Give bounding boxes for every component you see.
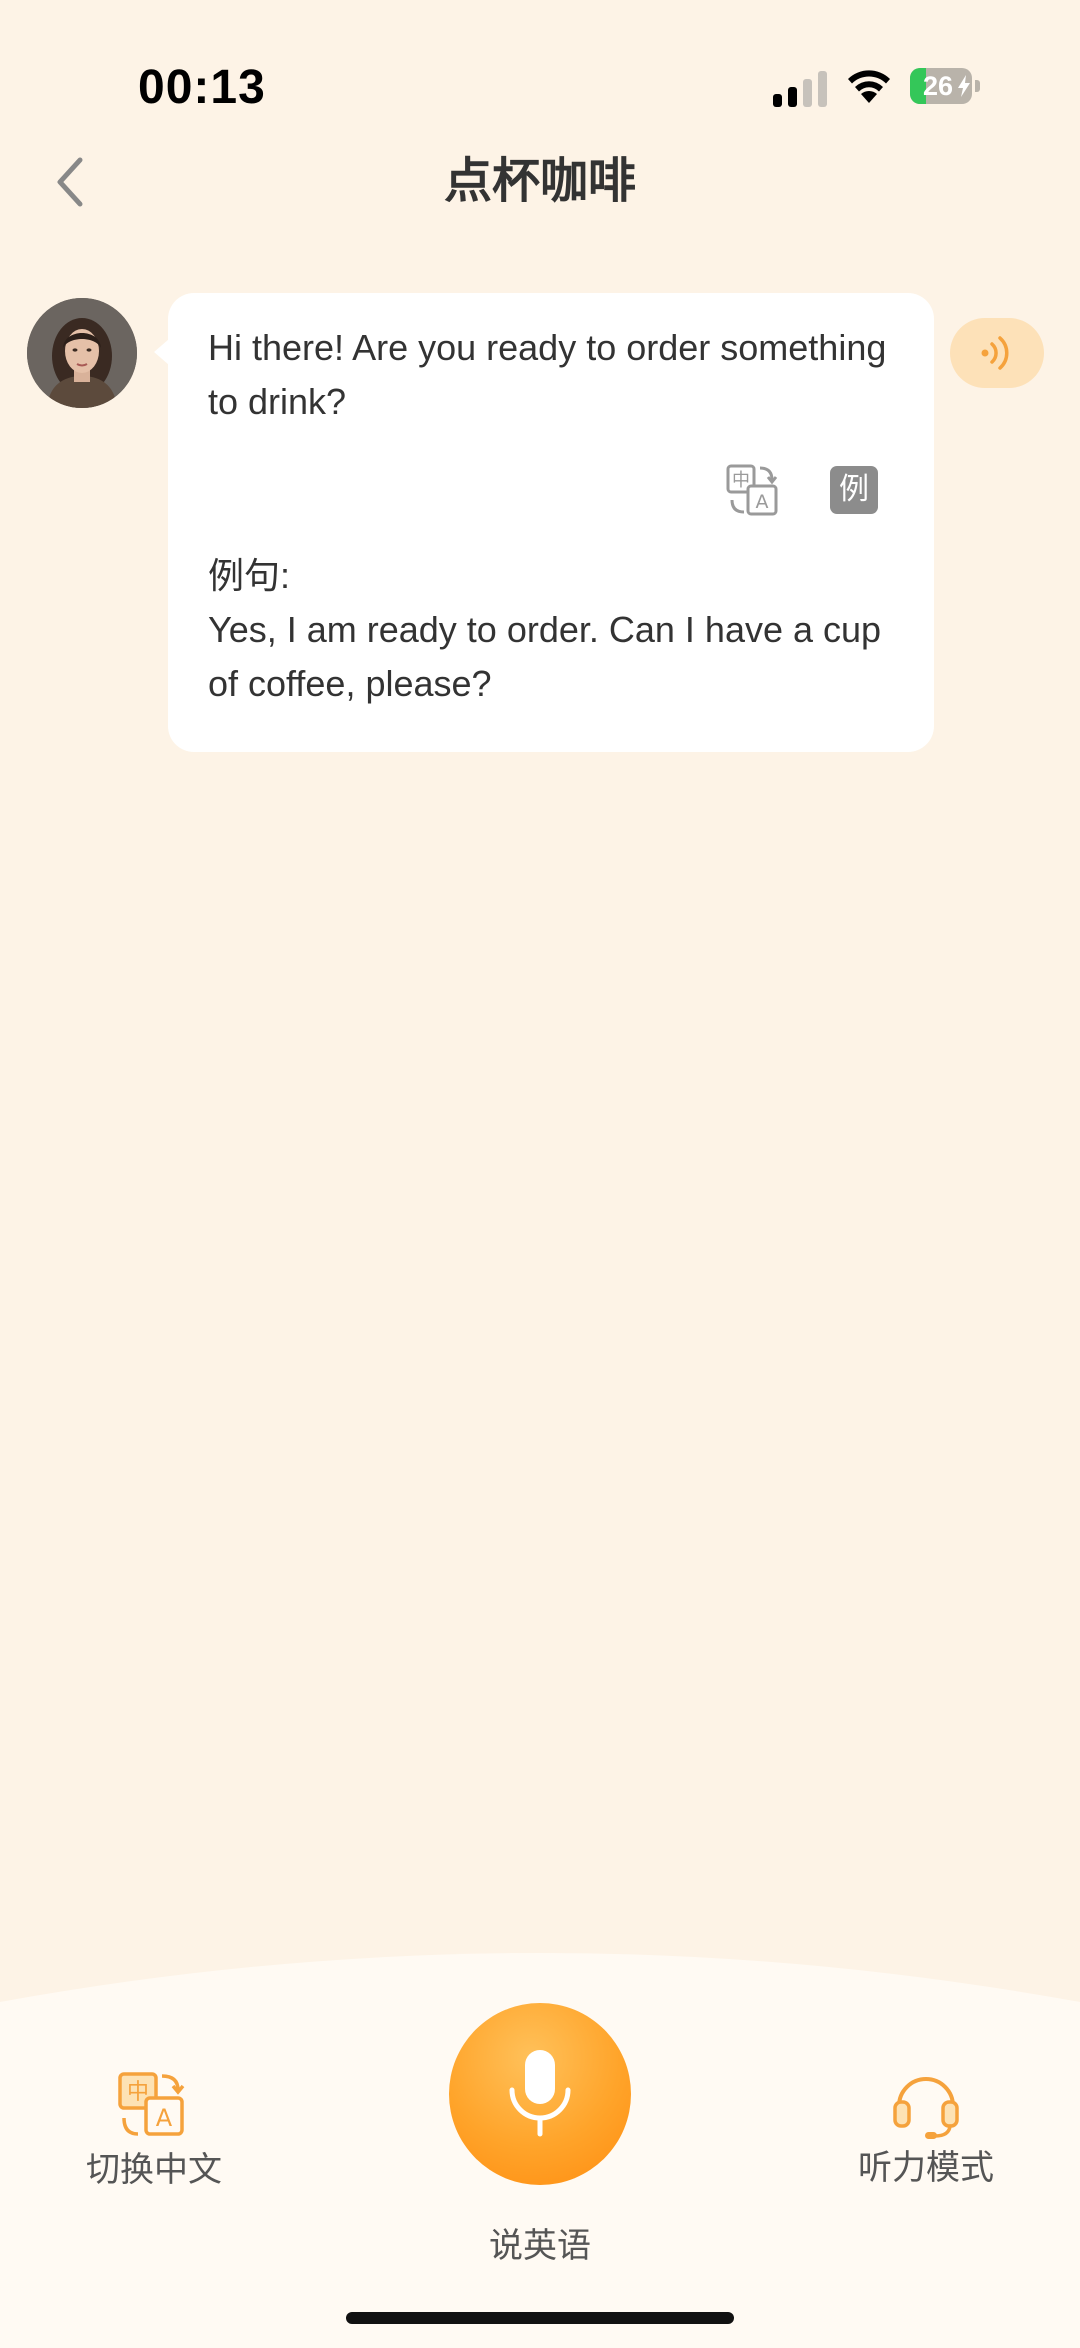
example-sentence-button[interactable]: 例 [830, 466, 878, 514]
listening-mode-button[interactable]: 听力模式 [836, 2068, 1016, 2188]
sound-wave-icon [981, 336, 1009, 370]
charging-bolt-icon [958, 75, 970, 97]
microphone-icon [509, 2050, 571, 2137]
switch-chinese-label: 切换中文 [86, 2151, 222, 2189]
home-indicator [346, 2312, 734, 2324]
battery-indicator: 26 [910, 68, 980, 104]
play-audio-button[interactable] [950, 318, 1044, 388]
message-text: Hi there! Are you ready to order somethi… [208, 327, 887, 422]
example-label: 例句: [208, 555, 291, 596]
headphones-icon [893, 2077, 959, 2139]
speak-english-button[interactable] [449, 2003, 631, 2185]
svg-text:A: A [756, 491, 769, 513]
svg-text:A: A [156, 2104, 173, 2132]
translate-button[interactable]: 中 A [726, 464, 778, 516]
translate-icon: 中 A [726, 464, 778, 516]
example-sentence: Yes, I am ready to order. Can I have a c… [208, 609, 882, 704]
message-bubble: Hi there! Are you ready to order somethi… [154, 293, 934, 752]
wifi-icon [848, 70, 890, 103]
status-time: 00:13 [138, 61, 266, 114]
listening-mode-label: 听力模式 [858, 2149, 994, 2187]
cellular-signal-icon [773, 71, 827, 107]
switch-chinese-button[interactable]: 中 A 切换中文 [64, 2070, 244, 2190]
chinese-translate-icon: 中 A [118, 2072, 185, 2136]
page-title: 点杯咖啡 [443, 155, 636, 208]
status-bar: 00:13 26 [0, 0, 1080, 150]
avatar [27, 298, 137, 408]
speak-english-label: 说英语 [489, 2227, 591, 2265]
bottom-action-bar: 中 A 切换中文 说英语 听力模式 [0, 1940, 1080, 2348]
